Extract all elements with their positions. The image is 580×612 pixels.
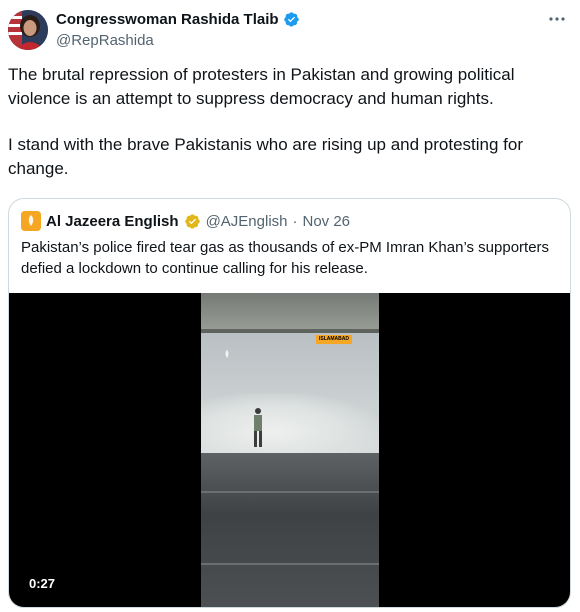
- tweet-text: The brutal repression of protesters in P…: [8, 63, 564, 181]
- verified-gold-badge-icon: [184, 213, 200, 229]
- video-frame: ISLAMABAD: [201, 293, 379, 607]
- aj-watermark-icon: [225, 350, 229, 358]
- aj-logo-icon[interactable]: [21, 211, 41, 231]
- quoted-author-handle[interactable]: @AJEnglish: [206, 213, 288, 230]
- author-handle[interactable]: @RepRashida: [56, 31, 154, 50]
- verified-badge-icon: [283, 12, 299, 27]
- quoted-tweet[interactable]: Al Jazeera English @AJEnglish · Nov 26 P…: [8, 198, 571, 608]
- more-icon[interactable]: [546, 8, 568, 30]
- author-name[interactable]: Congresswoman Rashida Tlaib: [56, 10, 279, 29]
- tweet-paragraph: I stand with the brave Pakistanis who ar…: [8, 135, 524, 178]
- avatar-image: [8, 10, 48, 50]
- road-marking: [201, 563, 379, 565]
- bridge: [201, 293, 379, 333]
- road: [201, 453, 379, 607]
- quoted-author-name[interactable]: Al Jazeera English: [46, 213, 179, 230]
- quoted-tweet-date[interactable]: Nov 26: [303, 213, 351, 230]
- road-marking: [201, 491, 379, 493]
- separator-dot: ·: [292, 212, 298, 230]
- tear-gas-smoke: [201, 393, 379, 458]
- author-avatar[interactable]: [8, 10, 48, 50]
- quoted-tweet-header: Al Jazeera English @AJEnglish · Nov 26: [21, 211, 350, 231]
- video-duration: 0:27: [29, 576, 56, 591]
- protester-figure: [254, 408, 262, 447]
- author-name-row[interactable]: Congresswoman Rashida Tlaib: [56, 10, 300, 29]
- tweet-paragraph: The brutal repression of protesters in P…: [8, 65, 515, 108]
- quoted-tweet-text: Pakistan’s police fired tear gas as thou…: [21, 239, 550, 277]
- location-tag: ISLAMABAD: [316, 335, 352, 344]
- video-player[interactable]: ISLAMABAD 0:27: [9, 293, 570, 607]
